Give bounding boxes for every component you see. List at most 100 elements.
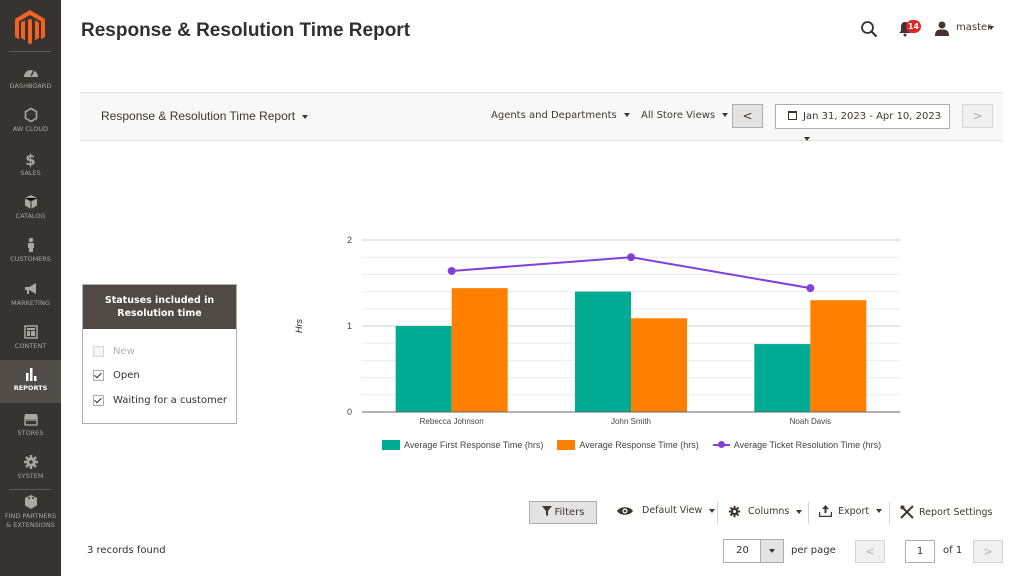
chevron-down-icon	[302, 114, 309, 119]
date-range-label: Jan 31, 2023 - Apr 10, 2023	[803, 111, 942, 122]
layout-icon	[0, 324, 61, 342]
chevron-down-icon[interactable]	[988, 26, 994, 30]
y-tick-label: 1	[347, 321, 352, 331]
status-label: Waiting for a customer	[113, 395, 228, 406]
x-tick-label: Rebecca Johnson	[420, 417, 484, 426]
chevron-down-icon	[876, 509, 883, 513]
report-chart: 0 1 2 Hrs Rebecca Johnson John Smith Noah Davi…	[290, 225, 910, 460]
legend-line-swatch	[712, 440, 730, 450]
sidebar-item-reports[interactable]: REPORTS	[0, 360, 61, 403]
dashboard-icon	[0, 64, 61, 82]
upload-icon	[819, 505, 832, 517]
megaphone-icon	[0, 281, 61, 299]
bar-response	[451, 288, 508, 412]
notifications-badge[interactable]: 14	[906, 20, 921, 33]
export-label: Export	[838, 505, 870, 517]
sidebar-item-sales[interactable]: $ SALES	[0, 145, 61, 188]
per-page-dropdown-button[interactable]	[760, 540, 783, 562]
bar-first-response	[575, 291, 631, 412]
store-view-select[interactable]: All Store Views	[641, 110, 729, 121]
admin-sidebar: DASHBOARD AW CLOUD $ SALES CATALOG CUSTO…	[0, 0, 61, 576]
legend-label: Average Ticket Resolution Time (hrs)	[733, 440, 882, 450]
point-resolution-time	[806, 284, 815, 293]
grid-toolbar: Filters Default View Columns Export Repo…	[0, 500, 1024, 525]
chevron-down-icon	[804, 137, 810, 141]
y-tick-label: 0	[347, 407, 352, 417]
checkbox[interactable]	[93, 346, 104, 357]
columns-label: Columns	[748, 506, 790, 517]
statuses-panel-title: Statuses included in Resolution time	[83, 285, 236, 329]
date-range-picker[interactable]: Jan 31, 2023 - Apr 10, 2023	[775, 104, 950, 141]
chevron-down-icon	[709, 508, 716, 513]
chevron-down-icon	[796, 509, 803, 514]
legend-label: Average First Response Time (hrs)	[404, 440, 544, 450]
bar-response	[631, 318, 687, 412]
sidebar-item-system[interactable]: SYSTEM	[0, 448, 61, 491]
hexagon-icon	[0, 107, 61, 125]
status-checkbox-waiting[interactable]: Waiting for a customer	[93, 395, 227, 406]
gear-icon	[0, 454, 61, 472]
agents-select[interactable]: Agents and Departments	[491, 110, 630, 121]
sidebar-item-customers[interactable]: CUSTOMERS	[0, 231, 61, 274]
user-menu[interactable]: master	[956, 22, 991, 33]
search-icon[interactable]	[860, 20, 878, 38]
records-count: 3 records found	[87, 545, 166, 556]
next-period-button[interactable]: >	[962, 104, 993, 128]
legend-item-resolution[interactable]: Average Ticket Resolution Time (hrs)	[712, 440, 882, 450]
sidebar-item-content[interactable]: CONTENT	[0, 318, 61, 361]
view-select-label: Default View	[642, 505, 703, 516]
checkbox[interactable]	[93, 395, 104, 406]
per-page-select[interactable]: 20	[723, 539, 784, 563]
filters-label: Filters	[554, 507, 585, 518]
point-resolution-time	[627, 253, 635, 262]
prev-period-button[interactable]: <	[732, 104, 763, 128]
bar-response	[810, 300, 867, 412]
report-toolbar: Response & Resolution Time Report Agents…	[80, 92, 1003, 141]
y-tick-label: 2	[347, 235, 352, 245]
chart-legend: Average First Response Time (hrs) Averag…	[382, 440, 895, 450]
checkbox[interactable]	[93, 370, 104, 381]
page-next-button[interactable]: >	[973, 540, 1003, 563]
sidebar-item-aw-cloud[interactable]: AW CLOUD	[0, 101, 61, 144]
tools-icon	[900, 505, 914, 519]
per-page-label: per page	[791, 545, 836, 556]
page-title: Response & Resolution Time Report	[81, 20, 411, 41]
divider	[808, 502, 809, 524]
point-resolution-time	[447, 266, 456, 275]
export-select[interactable]: Export	[819, 505, 883, 517]
legend-label: Average Response Time (hrs)	[579, 440, 699, 450]
status-label: New	[113, 346, 135, 357]
legend-swatch	[382, 440, 400, 450]
bar-first-response	[754, 344, 811, 412]
bar-chart-icon	[0, 366, 61, 384]
status-label: Open	[113, 370, 140, 381]
person-icon	[0, 237, 61, 255]
x-tick-label: Noah Davis	[790, 417, 831, 426]
legend-item-response[interactable]: Average Response Time (hrs)	[557, 440, 699, 450]
sidebar-item-stores[interactable]: STORES	[0, 405, 61, 448]
chevron-down-icon	[623, 113, 630, 117]
sidebar-item-dashboard[interactable]: DASHBOARD	[0, 58, 61, 101]
report-settings-button[interactable]: Report Settings	[900, 505, 992, 519]
status-checkbox-open[interactable]: Open	[93, 370, 140, 381]
sidebar-item-marketing[interactable]: MARKETING	[0, 275, 61, 318]
y-axis-label: Hrs	[294, 319, 304, 333]
total-pages: of 1	[943, 545, 963, 556]
user-icon[interactable]	[935, 21, 949, 36]
columns-select[interactable]: Columns	[728, 505, 803, 518]
sidebar-item-catalog[interactable]: CATALOG	[0, 188, 61, 231]
status-checkbox-new[interactable]: New	[93, 346, 135, 357]
per-page-value: 20	[736, 545, 749, 556]
chevron-down-icon	[722, 113, 729, 117]
legend-item-first-response[interactable]: Average First Response Time (hrs)	[382, 440, 543, 450]
chart-svg: 0 1 2 Hrs Rebecca Johnson John Smith Noah Davi…	[294, 235, 900, 426]
page-prev-button[interactable]: <	[855, 540, 885, 563]
bar-first-response	[395, 326, 452, 412]
current-page-input[interactable]: 1	[905, 540, 935, 563]
view-select[interactable]: Default View	[617, 505, 716, 516]
magento-logo[interactable]	[14, 10, 46, 46]
filters-button[interactable]: Filters	[529, 501, 597, 524]
legend-swatch	[557, 440, 576, 450]
report-settings-label: Report Settings	[919, 506, 993, 518]
report-select[interactable]: Response & Resolution Time Report	[101, 109, 309, 123]
